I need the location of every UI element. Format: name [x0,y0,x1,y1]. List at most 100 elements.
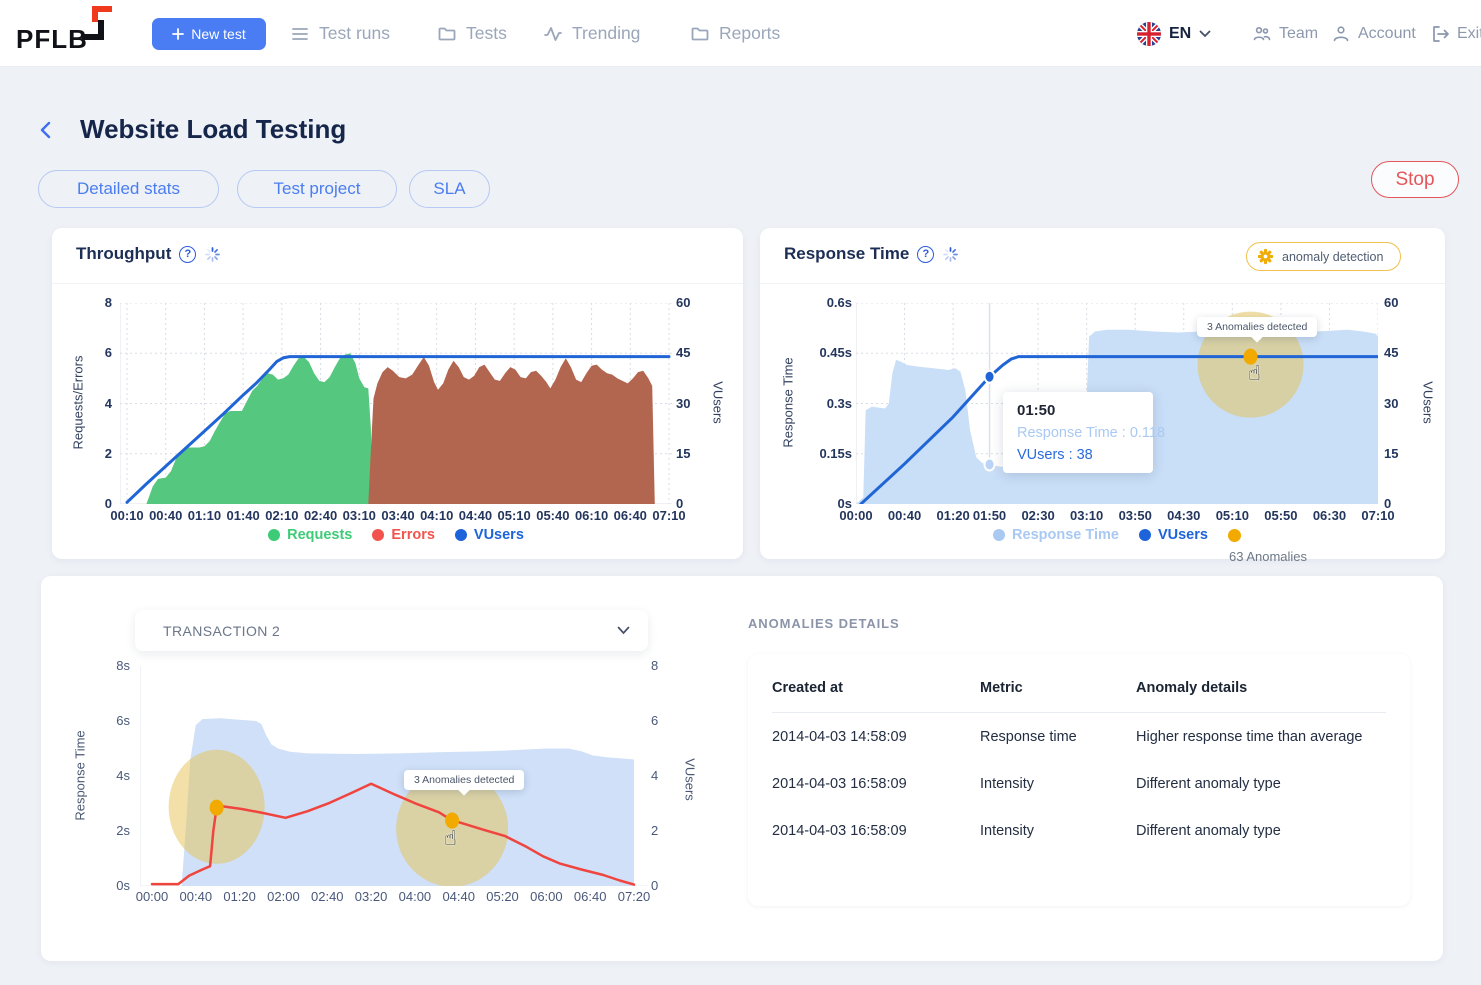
x-tick-label: 00:40 [180,889,213,904]
y-tick-label: 0.6s [827,295,852,310]
legend-item-response-time[interactable]: Response Time [993,527,1119,543]
cell-metric: Response time [980,729,1136,745]
tooltip-response-time: Response Time : 0.118 [1017,425,1139,441]
team-menu-item[interactable]: Team [1252,0,1318,67]
x-tick-label: 02:30 [1021,508,1054,523]
tooltip-vusers: VUsers : 38 [1017,447,1139,463]
tab-detailed-stats[interactable]: Detailed stats [38,170,219,208]
tab-sla[interactable]: SLA [409,170,490,208]
logo-text: PFLB [16,24,88,55]
y-tick-label: 30 [1384,396,1398,411]
chevron-down-icon [1199,30,1211,38]
divider [760,283,1445,284]
account-menu-item[interactable]: Account [1331,0,1416,67]
nav-item-test-runs[interactable]: Test runs [290,0,390,67]
x-tick-label: 01:40 [227,508,260,523]
y-tick-label: 15 [1384,446,1398,461]
throughput-chart[interactable] [120,303,672,504]
back-button[interactable] [38,121,60,143]
x-tick-label: 00:10 [110,508,143,523]
response-legend: Response Time VUsers [856,527,1378,543]
x-tick-label: 05:50 [1264,508,1297,523]
legend-item-vusers[interactable]: VUsers [1139,527,1208,543]
gear-icon [1257,248,1274,265]
legend-label: Errors [391,527,435,543]
x-tick-label: 04:40 [459,508,492,523]
anomaly-badge: 3 Anomalies detected [1197,317,1317,337]
x-tick-label: 00:40 [149,508,182,523]
nav-item-reports[interactable]: Reports [690,0,780,67]
y-tick-label: 4 [651,768,658,783]
chevron-down-icon [617,626,630,635]
logo-black-corner-icon [82,20,104,40]
legend-item-vusers[interactable]: VUsers [455,527,524,543]
x-tick-label: 04:10 [420,508,453,523]
response-yaxis-label: Response Time [781,333,796,473]
legend-item-anomalies[interactable] [1228,529,1241,542]
anomaly-detection-button[interactable]: anomaly detection [1246,242,1401,271]
transaction-card: TRANSACTION 2 Response Time VUsers 0s2s4… [41,576,1443,961]
exit-icon [1430,24,1450,44]
x-tick-label: 02:00 [267,889,300,904]
transaction-select[interactable]: TRANSACTION 2 [135,610,648,651]
x-tick-label: 07:20 [618,889,651,904]
y-tick-label: 0.3s [827,396,852,411]
anomalies-details-title: ANOMALIES DETAILS [748,616,900,631]
transaction-chart[interactable] [140,666,648,886]
x-tick-label: 05:40 [536,508,569,523]
x-tick-label: 04:00 [399,889,432,904]
legend-label: VUsers [474,527,524,543]
pflb-logo[interactable]: PFLB [16,14,116,54]
transaction-yaxis2-label: VUsers [683,710,698,850]
response-x-ticks: 00:0000:4001:2001:5002:3003:1003:5004:30… [856,508,1378,526]
x-tick-label: 00:00 [136,889,169,904]
y-tick-label: 45 [676,345,690,360]
legend-item-requests[interactable]: Requests [268,527,352,543]
y-tick-label: 6s [116,713,130,728]
x-tick-label: 05:10 [498,508,531,523]
x-tick-label: 07:10 [1361,508,1394,523]
page-title: Website Load Testing [80,114,346,145]
x-tick-label: 01:20 [223,889,256,904]
menu-label: Team [1279,25,1318,43]
legend-item-errors[interactable]: Errors [372,527,435,543]
x-tick-label: 06:40 [574,889,607,904]
x-tick-label: 01:20 [936,508,969,523]
table-header-row: Created at Metric Anomaly details [772,676,1386,700]
y-tick-label: 6 [105,345,112,360]
nav-item-trending[interactable]: Trending [543,0,640,67]
x-tick-label: 03:20 [355,889,388,904]
y-tick-label: 8s [116,658,130,673]
tab-test-project[interactable]: Test project [237,170,397,208]
y-tick-label: 0s [116,878,130,893]
cell-details: Different anomaly type [1136,823,1386,839]
exit-menu-item[interactable]: Exit [1430,0,1481,67]
tooltip-time: 01:50 [1017,402,1139,419]
cell-metric: Intensity [980,776,1136,792]
anomalies-table: Created at Metric Anomaly details 2014-0… [748,654,1410,906]
x-tick-label: 07:10 [652,508,685,523]
x-tick-label: 02:10 [265,508,298,523]
loading-spinner-icon [204,246,221,263]
stop-test-button[interactable]: Stop [1371,161,1459,198]
folder-icon [690,24,710,44]
language-code: EN [1169,25,1191,43]
help-icon[interactable]: ? [917,246,934,263]
new-test-button[interactable]: New test [152,18,266,50]
y-tick-label: 30 [676,396,690,411]
cell-metric: Intensity [980,823,1136,839]
throughput-left-ticks: 02468 [82,303,112,504]
nav-item-tests[interactable]: Tests [437,0,507,67]
transaction-yaxis-label: Response Time [73,706,88,846]
team-icon [1252,24,1272,44]
list-icon [290,24,310,44]
x-tick-label: 06:00 [530,889,563,904]
language-selector[interactable]: EN [1137,0,1211,67]
anomalies-count-label: 63 Anomalies [1198,549,1338,564]
x-tick-label: 06:40 [614,508,647,523]
x-tick-label: 03:40 [381,508,414,523]
account-icon [1331,24,1351,44]
table-row: 2014-04-03 16:58:09 Intensity Different … [772,807,1386,854]
help-icon[interactable]: ? [179,246,196,263]
x-tick-label: 01:50 [973,508,1006,523]
